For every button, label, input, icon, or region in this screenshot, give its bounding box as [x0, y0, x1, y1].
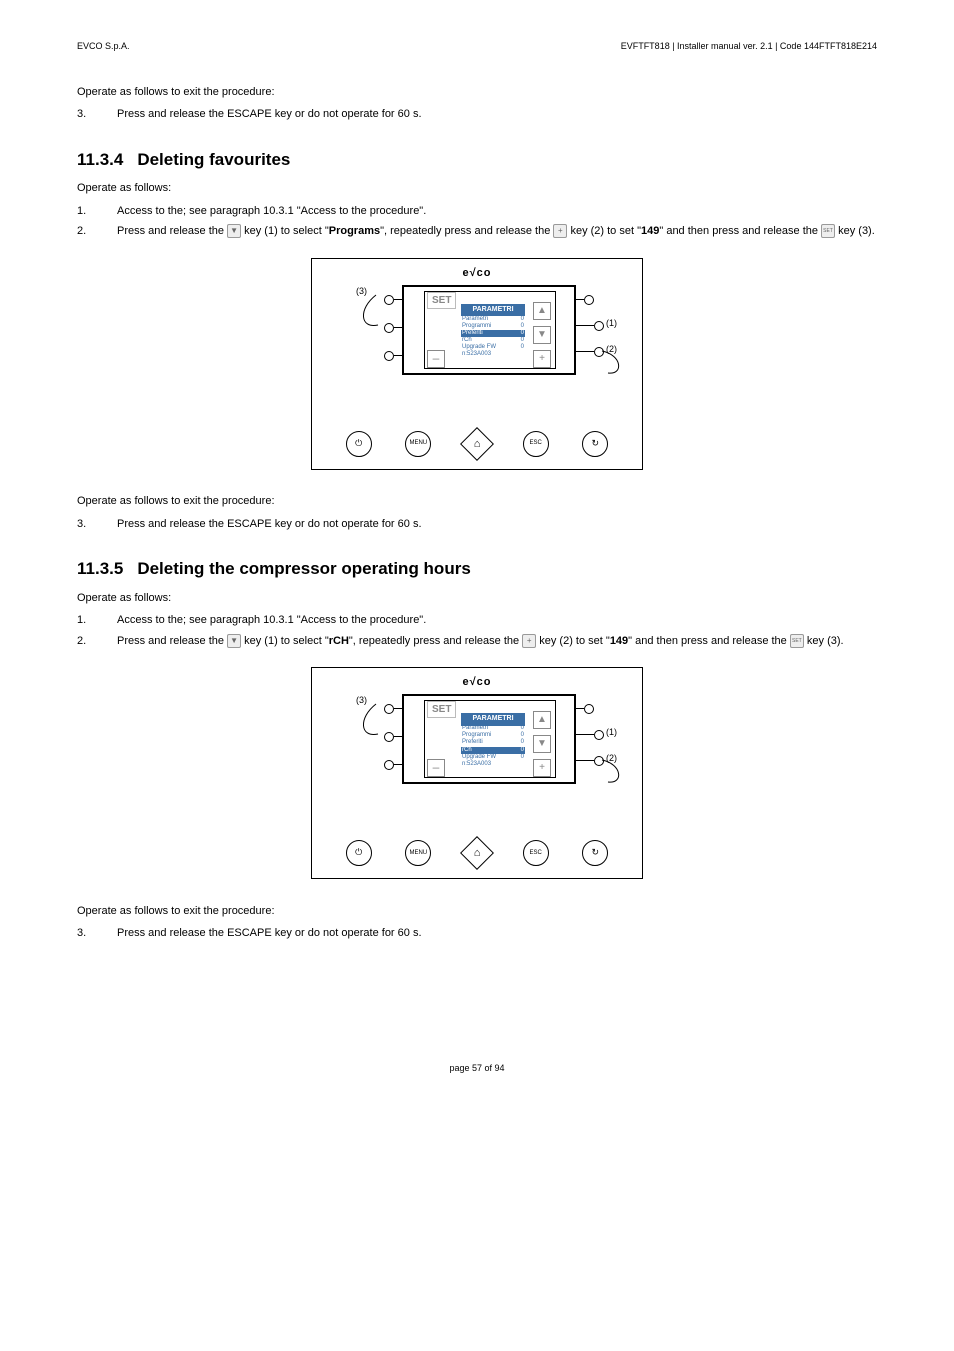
down-key-icon: ▼	[227, 224, 241, 238]
step-2: 2. Press and release the ▼ key (1) to se…	[77, 223, 877, 240]
operate-intro: Operate as follows:	[77, 180, 877, 197]
step-number: 1.	[77, 612, 117, 629]
step-text: Press and release the ESCAPE key or do n…	[117, 106, 877, 123]
evco-logo: e√co	[463, 674, 492, 691]
set-key-icon: SET	[821, 224, 835, 238]
knob-icon	[384, 351, 394, 361]
lead-line	[576, 734, 594, 735]
step-text: Access to the; see paragraph 10.3.1 "Acc…	[117, 203, 877, 220]
device-bottom-buttons: ⏻ MENU ⌂ ESC ↻	[312, 431, 642, 457]
screen-header: PARAMETRI	[461, 713, 525, 726]
step-1: 1. Access to the; see paragraph 10.3.1 "…	[77, 203, 877, 220]
exit-intro-text: Operate as follows to exit the procedure…	[77, 903, 877, 920]
cycle-icon: ↻	[582, 840, 608, 866]
device-figure-1: e√co SET PARAMETRI Parametri0 Programmi0…	[311, 258, 643, 470]
panel-minus-icon: –	[427, 759, 445, 777]
panel-screen: SET PARAMETRI Parametri0 Programmi0 Pref…	[424, 700, 556, 778]
exit-intro-text: Operate as follows to exit the procedure…	[77, 493, 877, 510]
section-title-text: Deleting the compressor operating hours	[137, 559, 470, 578]
section-number: 11.3.5	[77, 556, 123, 582]
section-title-text: Deleting favourites	[137, 150, 290, 169]
callout-curve-icon	[602, 760, 632, 790]
plus-key-icon: +	[522, 634, 536, 648]
step-1: 1. Access to the; see paragraph 10.3.1 "…	[77, 612, 877, 629]
lead-line	[576, 351, 594, 352]
menu-button-icon: MENU	[405, 431, 431, 457]
exit-intro-text: Operate as follows to exit the procedure…	[77, 84, 877, 101]
step-number: 2.	[77, 633, 117, 650]
power-icon: ⏻	[346, 431, 372, 457]
exit-step: 3. Press and release the ESCAPE key or d…	[77, 106, 877, 123]
set-indicator: SET	[427, 292, 456, 309]
panel-plus-icon: +	[533, 350, 551, 368]
exit-step: 3. Press and release the ESCAPE key or d…	[77, 925, 877, 942]
panel-up-icon: ▲	[533, 711, 551, 729]
panel-plus-icon: +	[533, 759, 551, 777]
step-text: Press and release the ESCAPE key or do n…	[117, 925, 877, 942]
set-key-icon: SET	[790, 634, 804, 648]
esc-button-icon: ESC	[523, 431, 549, 457]
lead-line	[574, 708, 584, 709]
power-icon: ⏻	[346, 840, 372, 866]
lead-line	[394, 327, 402, 328]
company-name: EVCO S.p.A.	[77, 40, 130, 54]
callout-1: (1)	[606, 317, 617, 331]
knob-icon	[594, 321, 604, 331]
callout-curve-icon	[602, 351, 632, 381]
lead-line	[394, 764, 402, 765]
lead-line	[394, 736, 402, 737]
lead-line	[394, 708, 402, 709]
esc-button-icon: ESC	[523, 840, 549, 866]
panel-minus-icon: –	[427, 350, 445, 368]
screen-header: PARAMETRI	[461, 304, 525, 317]
exit-step: 3. Press and release the ESCAPE key or d…	[77, 516, 877, 533]
callout-curve-icon	[364, 295, 390, 335]
step-text: Press and release the ESCAPE key or do n…	[117, 516, 877, 533]
evco-logo: e√co	[463, 265, 492, 282]
device-figure-2: e√co SET PARAMETRI Parametri0 Programmi0…	[311, 667, 643, 879]
step-text: Press and release the ▼ key (1) to selec…	[117, 223, 877, 240]
knob-icon	[584, 704, 594, 714]
section-number: 11.3.4	[77, 147, 123, 173]
panel-up-icon: ▲	[533, 302, 551, 320]
doc-info: EVFTFT818 | Installer manual ver. 2.1 | …	[621, 40, 877, 54]
panel-down-icon: ▼	[533, 735, 551, 753]
operate-intro: Operate as follows:	[77, 590, 877, 607]
lead-line	[394, 355, 402, 356]
down-key-icon: ▼	[227, 634, 241, 648]
section-11-3-4-heading: 11.3.4 Deleting favourites	[77, 147, 877, 173]
panel-down-icon: ▼	[533, 326, 551, 344]
step-number: 2.	[77, 223, 117, 240]
screen-menu-list: Parametri0 Programmi0 Preferiti0 rCh0 Up…	[461, 316, 525, 359]
step-number: 3.	[77, 106, 117, 123]
menu-button-icon: MENU	[405, 840, 431, 866]
step-text: Press and release the ▼ key (1) to selec…	[117, 633, 877, 650]
plus-key-icon: +	[553, 224, 567, 238]
lead-line	[394, 299, 402, 300]
callout-curve-icon	[364, 704, 390, 744]
step-text: Access to the; see paragraph 10.3.1 "Acc…	[117, 612, 877, 629]
lead-line	[574, 299, 584, 300]
panel-screen: SET PARAMETRI Parametri0 Programmi0 Pref…	[424, 291, 556, 369]
step-number: 3.	[77, 925, 117, 942]
panel-outline: SET PARAMETRI Parametri0 Programmi0 Pref…	[402, 285, 576, 375]
step-number: 1.	[77, 203, 117, 220]
callout-1: (1)	[606, 726, 617, 740]
lead-line	[576, 760, 594, 761]
home-icon: ⌂	[460, 427, 494, 461]
page-footer: page 57 of 94	[77, 1062, 877, 1076]
device-bottom-buttons: ⏻ MENU ⌂ ESC ↻	[312, 840, 642, 866]
knob-icon	[594, 730, 604, 740]
lead-line	[576, 325, 594, 326]
cycle-icon: ↻	[582, 431, 608, 457]
knob-icon	[384, 760, 394, 770]
home-icon: ⌂	[460, 836, 494, 870]
step-number: 3.	[77, 516, 117, 533]
screen-menu-list: Parametri0 Programmi0 Preferiti0 rCh0 Up…	[461, 725, 525, 768]
step-2: 2. Press and release the ▼ key (1) to se…	[77, 633, 877, 650]
set-indicator: SET	[427, 701, 456, 718]
panel-outline: SET PARAMETRI Parametri0 Programmi0 Pref…	[402, 694, 576, 784]
knob-icon	[584, 295, 594, 305]
section-11-3-5-heading: 11.3.5 Deleting the compressor operating …	[77, 556, 877, 582]
